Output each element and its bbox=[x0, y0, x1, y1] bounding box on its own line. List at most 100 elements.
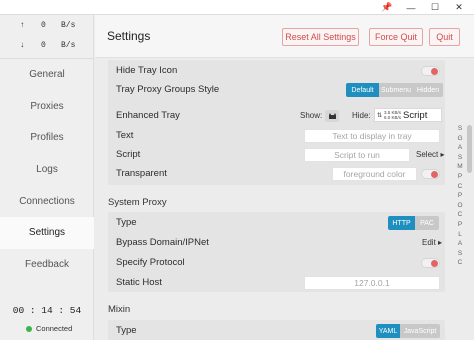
alpha-index-letter[interactable]: A bbox=[455, 143, 465, 153]
minimize-button[interactable]: — bbox=[400, 0, 422, 15]
tray-text-input[interactable]: Text to display in tray bbox=[304, 129, 440, 143]
mixin-type-yaml-option[interactable]: YAML bbox=[376, 324, 400, 338]
toggle-knob bbox=[431, 260, 438, 267]
static-host-input[interactable]: 127.0.0.1 bbox=[304, 276, 440, 290]
alpha-index-letter[interactable]: L bbox=[455, 230, 465, 240]
toggle-knob bbox=[431, 171, 438, 178]
alpha-index-letter[interactable]: M bbox=[455, 162, 465, 172]
enhanced-tray-label: Enhanced Tray bbox=[116, 110, 180, 121]
proxy-type-label: Type bbox=[116, 217, 137, 228]
alpha-index-letter[interactable]: A bbox=[455, 239, 465, 249]
sidebar-item-logs[interactable]: Logs bbox=[0, 154, 94, 186]
alpha-index-letter[interactable]: C bbox=[455, 210, 465, 220]
connection-dot-icon bbox=[26, 325, 32, 332]
sidebar-item-general[interactable]: General bbox=[0, 59, 94, 91]
alpha-index-letter[interactable]: C bbox=[455, 182, 465, 192]
alpha-index-letter[interactable]: S bbox=[455, 249, 465, 259]
settings-content: Hide Tray Icon Tray Proxy Groups Style D… bbox=[95, 58, 474, 340]
tray-groups-style-label: Tray Proxy Groups Style bbox=[116, 84, 220, 95]
mixin-type-javascript-option[interactable]: JavaScript bbox=[400, 324, 440, 338]
setting-script: Script Script to run Select ▸ bbox=[108, 145, 445, 164]
transparent-label: Transparent bbox=[116, 168, 167, 179]
tray-preview-word: Script bbox=[403, 109, 428, 121]
setting-text: Text Text to display in tray bbox=[108, 126, 445, 145]
connection-status: Connected bbox=[26, 324, 72, 333]
hide-tray-icon-toggle[interactable] bbox=[421, 66, 440, 76]
tray-show-icon-picker[interactable] bbox=[325, 110, 339, 122]
proxy-type-pac-option[interactable]: PAC bbox=[415, 216, 439, 230]
sidebar-item-connections[interactable]: Connections bbox=[0, 185, 94, 217]
download-arrow-icon: ↓ bbox=[20, 41, 25, 50]
network-arrows-icon: ⇅ bbox=[377, 112, 383, 119]
upload-value: 0 bbox=[41, 21, 46, 30]
upload-speed: ↑ 0 B/s bbox=[0, 21, 94, 37]
force-quit-button[interactable]: Force Quit bbox=[369, 28, 423, 46]
sidebar-nav: General Proxies Profiles Logs Connection… bbox=[0, 59, 94, 280]
tray-style-hidden-option[interactable]: Hidden bbox=[413, 83, 443, 97]
download-value: 0 bbox=[41, 41, 46, 50]
sidebar: ↑ 0 B/s ↓ 0 B/s General Proxies Profiles… bbox=[0, 15, 94, 340]
bypass-label: Bypass Domain/IPNet bbox=[116, 237, 209, 248]
alphabet-index: S G A S M P C P O C P L A S C bbox=[455, 124, 465, 268]
setting-enhanced-tray: Enhanced Tray Show: Hide: ⇅ 3.5 KB/s 6.0… bbox=[108, 106, 445, 125]
tray-speed-down: 6.0 KB/s bbox=[384, 115, 402, 120]
text-label: Text bbox=[116, 130, 134, 141]
traffic-monitor: ↑ 0 B/s ↓ 0 B/s bbox=[0, 15, 94, 59]
setting-tray-groups-style: Tray Proxy Groups Style Default Submenu … bbox=[108, 80, 445, 99]
transparent-toggle[interactable] bbox=[421, 169, 440, 179]
proxy-type-segmented: HTTP PAC bbox=[388, 216, 439, 230]
foreground-color-input[interactable]: foreground color bbox=[332, 167, 417, 181]
download-unit: B/s bbox=[61, 41, 76, 50]
tray-style-submenu-option[interactable]: Submenu bbox=[379, 83, 413, 97]
proxy-type-http-option[interactable]: HTTP bbox=[388, 216, 415, 230]
sidebar-item-proxies[interactable]: Proxies bbox=[0, 91, 94, 123]
alpha-index-letter[interactable]: O bbox=[455, 201, 465, 211]
pin-icon[interactable]: 📌 bbox=[376, 0, 398, 15]
tray-style-default-option[interactable]: Default bbox=[346, 83, 379, 97]
toggle-knob bbox=[431, 68, 438, 75]
page-header: Settings Reset All Settings Force Quit Q… bbox=[95, 15, 474, 58]
cat-icon bbox=[328, 113, 336, 119]
alpha-index-letter[interactable]: P bbox=[455, 220, 465, 230]
setting-hide-tray-icon: Hide Tray Icon bbox=[108, 61, 445, 80]
download-speed: ↓ 0 B/s bbox=[0, 41, 94, 57]
alpha-index-letter[interactable]: P bbox=[455, 172, 465, 182]
upload-unit: B/s bbox=[61, 21, 76, 30]
uptime-clock: 00 : 14 : 54 bbox=[12, 305, 82, 316]
tray-hide-preview[interactable]: ⇅ 3.5 KB/s 6.0 KB/s Script bbox=[374, 108, 442, 122]
alpha-index-letter[interactable]: G bbox=[455, 134, 465, 144]
mixin-type-segmented: YAML JavaScript bbox=[376, 324, 440, 338]
script-label: Script bbox=[116, 149, 141, 160]
setting-proxy-type: Type HTTP PAC bbox=[108, 213, 445, 232]
page-title: Settings bbox=[107, 29, 151, 43]
maximize-button[interactable]: ☐ bbox=[424, 0, 446, 15]
static-host-label: Static Host bbox=[116, 277, 162, 288]
mixin-title: Mixin bbox=[108, 304, 131, 315]
alpha-index-letter[interactable]: S bbox=[455, 124, 465, 134]
connection-label: Connected bbox=[36, 324, 73, 333]
specify-protocol-toggle[interactable] bbox=[421, 258, 440, 268]
mixin-type-label: Type bbox=[116, 325, 137, 336]
tray-groups-style-segmented: Default Submenu Hidden bbox=[346, 83, 443, 97]
close-button[interactable]: ✕ bbox=[448, 0, 470, 15]
hide-label: Hide: bbox=[352, 111, 371, 120]
sidebar-item-settings[interactable]: Settings bbox=[0, 216, 94, 249]
bypass-edit-button[interactable]: Edit ▸ bbox=[422, 238, 442, 247]
tray-speed-preview: 3.5 KB/s 6.0 KB/s bbox=[384, 110, 401, 120]
show-label: Show: bbox=[300, 111, 323, 120]
script-input[interactable]: Script to run bbox=[304, 148, 410, 162]
alpha-index-letter[interactable]: C bbox=[455, 258, 465, 268]
script-select-button[interactable]: Select ▸ bbox=[416, 150, 444, 159]
system-proxy-title: System Proxy bbox=[108, 197, 167, 208]
content-scrollbar[interactable] bbox=[466, 58, 472, 340]
specify-protocol-label: Specify Protocol bbox=[116, 257, 185, 268]
content-scrollbar-thumb[interactable] bbox=[467, 125, 472, 173]
alpha-index-letter[interactable]: P bbox=[455, 191, 465, 201]
setting-mixin-type: Type YAML JavaScript bbox=[108, 321, 445, 340]
setting-static-host: Static Host 127.0.0.1 bbox=[108, 273, 445, 292]
reset-all-settings-button[interactable]: Reset All Settings bbox=[282, 28, 359, 46]
quit-button[interactable]: Quit bbox=[429, 28, 460, 46]
sidebar-item-feedback[interactable]: Feedback bbox=[0, 249, 94, 281]
sidebar-item-profiles[interactable]: Profiles bbox=[0, 122, 94, 154]
alpha-index-letter[interactable]: S bbox=[455, 153, 465, 163]
